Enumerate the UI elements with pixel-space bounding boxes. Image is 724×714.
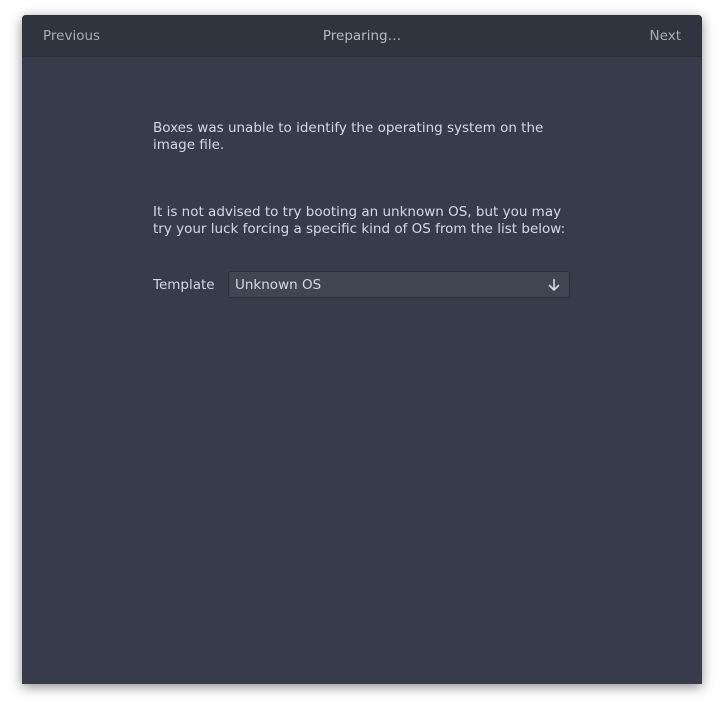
advice-line-1: It is not advised to try booting an unkn… bbox=[153, 204, 562, 220]
boxes-window: Previous Next Preparing… Boxes was unabl… bbox=[22, 15, 702, 684]
headerbar: Previous Next Preparing… bbox=[22, 15, 702, 57]
template-label: Template bbox=[153, 276, 215, 293]
arrow-down-icon bbox=[547, 278, 561, 292]
next-button[interactable]: Next bbox=[650, 28, 681, 44]
template-combobox[interactable]: Unknown OS bbox=[228, 271, 570, 298]
headerbar-title: Preparing… bbox=[322, 28, 402, 44]
advice-message: It is not advised to try booting an unkn… bbox=[153, 204, 583, 238]
advice-line-2: try your luck forcing a specific kind of… bbox=[153, 221, 566, 237]
template-selected-value: Unknown OS bbox=[235, 276, 322, 293]
template-row: Template Unknown OS bbox=[153, 271, 570, 298]
previous-button[interactable]: Previous bbox=[43, 28, 100, 44]
unidentified-os-message: Boxes was unable to identify the operati… bbox=[153, 120, 544, 153]
message-area: Boxes was unable to identify the operati… bbox=[153, 120, 583, 238]
